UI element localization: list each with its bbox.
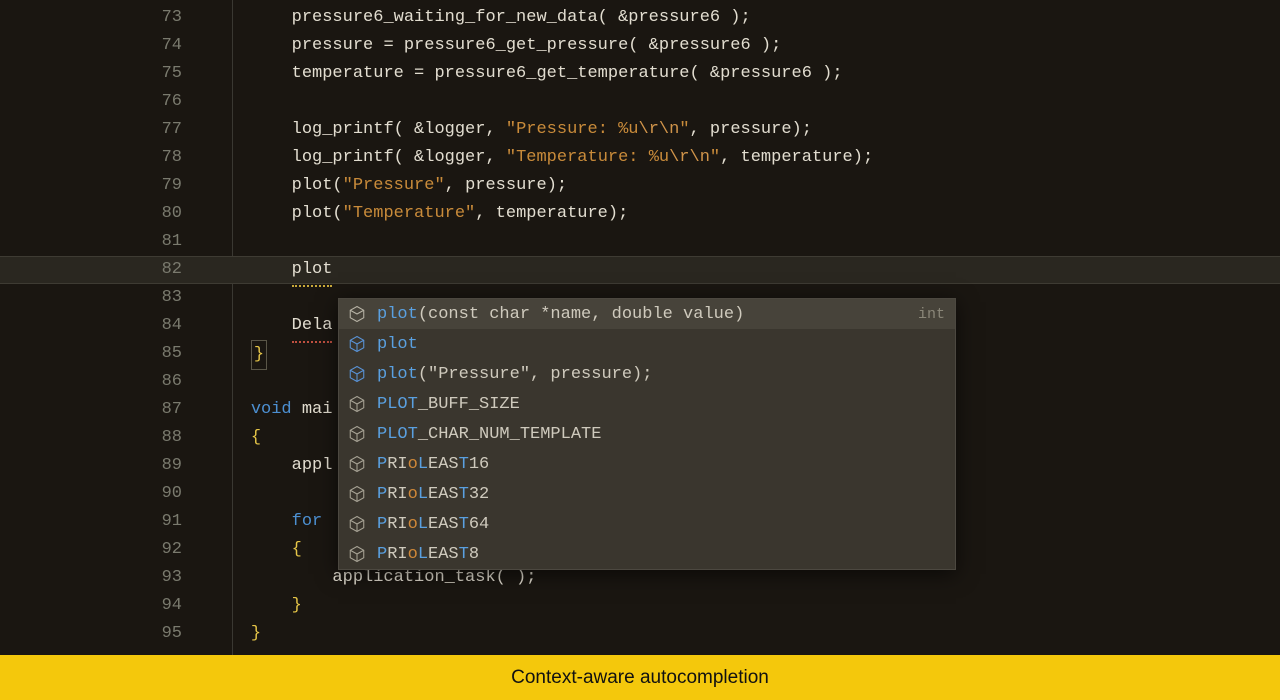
cube-outline-icon [347,484,367,504]
line-number: 89 [0,452,210,480]
code-text: log_printf( &logger, "Temperature: %u\r\… [210,144,873,172]
code-text: { [210,536,302,564]
code-text: plot [210,256,332,287]
line-number: 79 [0,172,210,200]
autocomplete-item[interactable]: PLOT_BUFF_SIZE [339,389,955,419]
cube-outline-icon [347,394,367,414]
autocomplete-label: plot(const char *name, double value) [377,305,918,324]
line-number: 85 [0,340,210,368]
line-number: 73 [0,4,210,32]
line-number: 87 [0,396,210,424]
autocomplete-label: plot [377,335,945,354]
autocomplete-label: PLOT_CHAR_NUM_TEMPLATE [377,425,945,444]
autocomplete-return-type: int [918,306,945,323]
line-number: 95 [0,620,210,648]
autocomplete-popup[interactable]: plot(const char *name, double value)intp… [338,298,956,570]
autocomplete-item[interactable]: PRIoLEAST16 [339,449,955,479]
line-number: 86 [0,368,210,396]
autocomplete-item[interactable]: PRIoLEAST8 [339,539,955,569]
line-number: 91 [0,508,210,536]
autocomplete-label: PRIoLEAST16 [377,455,945,474]
caption-text: Context-aware autocompletion [511,667,769,689]
line-number: 78 [0,144,210,172]
code-editor[interactable]: 73 pressure6_waiting_for_new_data( &pres… [0,0,1280,655]
code-text: Dela [210,312,332,343]
line-number: 92 [0,536,210,564]
function-outline-icon [347,304,367,324]
code-text: } [210,620,261,648]
autocomplete-item[interactable]: plot [339,329,955,359]
autocomplete-item[interactable]: PLOT_CHAR_NUM_TEMPLATE [339,419,955,449]
line-number: 76 [0,88,210,116]
code-text: temperature = pressure6_get_temperature(… [210,60,843,88]
autocomplete-item[interactable]: PRIoLEAST32 [339,479,955,509]
autocomplete-item[interactable]: PRIoLEAST64 [339,509,955,539]
code-text: log_printf( &logger, "Pressure: %u\r\n",… [210,116,812,144]
line-number: 90 [0,480,210,508]
line-number: 77 [0,116,210,144]
line-number: 81 [0,228,210,256]
cube-outline-icon [347,424,367,444]
autocomplete-label: plot("Pressure", pressure); [377,365,945,384]
line-number: 83 [0,284,210,312]
cube-blue-icon [347,334,367,354]
autocomplete-label: PLOT_BUFF_SIZE [377,395,945,414]
code-text: plot("Pressure", pressure); [210,172,567,200]
code-text: } [210,592,302,620]
cube-outline-icon [347,454,367,474]
code-text: } [210,340,267,370]
line-number: 75 [0,60,210,88]
cube-outline-icon [347,514,367,534]
autocomplete-item[interactable]: plot(const char *name, double value)int [339,299,955,329]
cube-outline-icon [347,544,367,564]
caption-bar: Context-aware autocompletion [0,655,1280,700]
line-number: 74 [0,32,210,60]
line-number: 93 [0,564,210,592]
autocomplete-label: PRIoLEAST64 [377,515,945,534]
line-number: 94 [0,592,210,620]
line-number: 80 [0,200,210,228]
code-text: appl [210,452,332,480]
code-text: plot("Temperature", temperature); [210,200,628,228]
cube-blue-icon [347,364,367,384]
line-number: 82 [0,256,210,284]
code-text: void mai [210,396,332,424]
autocomplete-label: PRIoLEAST32 [377,485,945,504]
line-number: 84 [0,312,210,340]
code-text: for [210,508,322,536]
code-text: pressure6_waiting_for_new_data( &pressur… [210,4,751,32]
code-text: { [210,424,261,452]
code-text: pressure = pressure6_get_pressure( &pres… [210,32,781,60]
autocomplete-item[interactable]: plot("Pressure", pressure); [339,359,955,389]
autocomplete-label: PRIoLEAST8 [377,545,945,564]
line-number: 88 [0,424,210,452]
